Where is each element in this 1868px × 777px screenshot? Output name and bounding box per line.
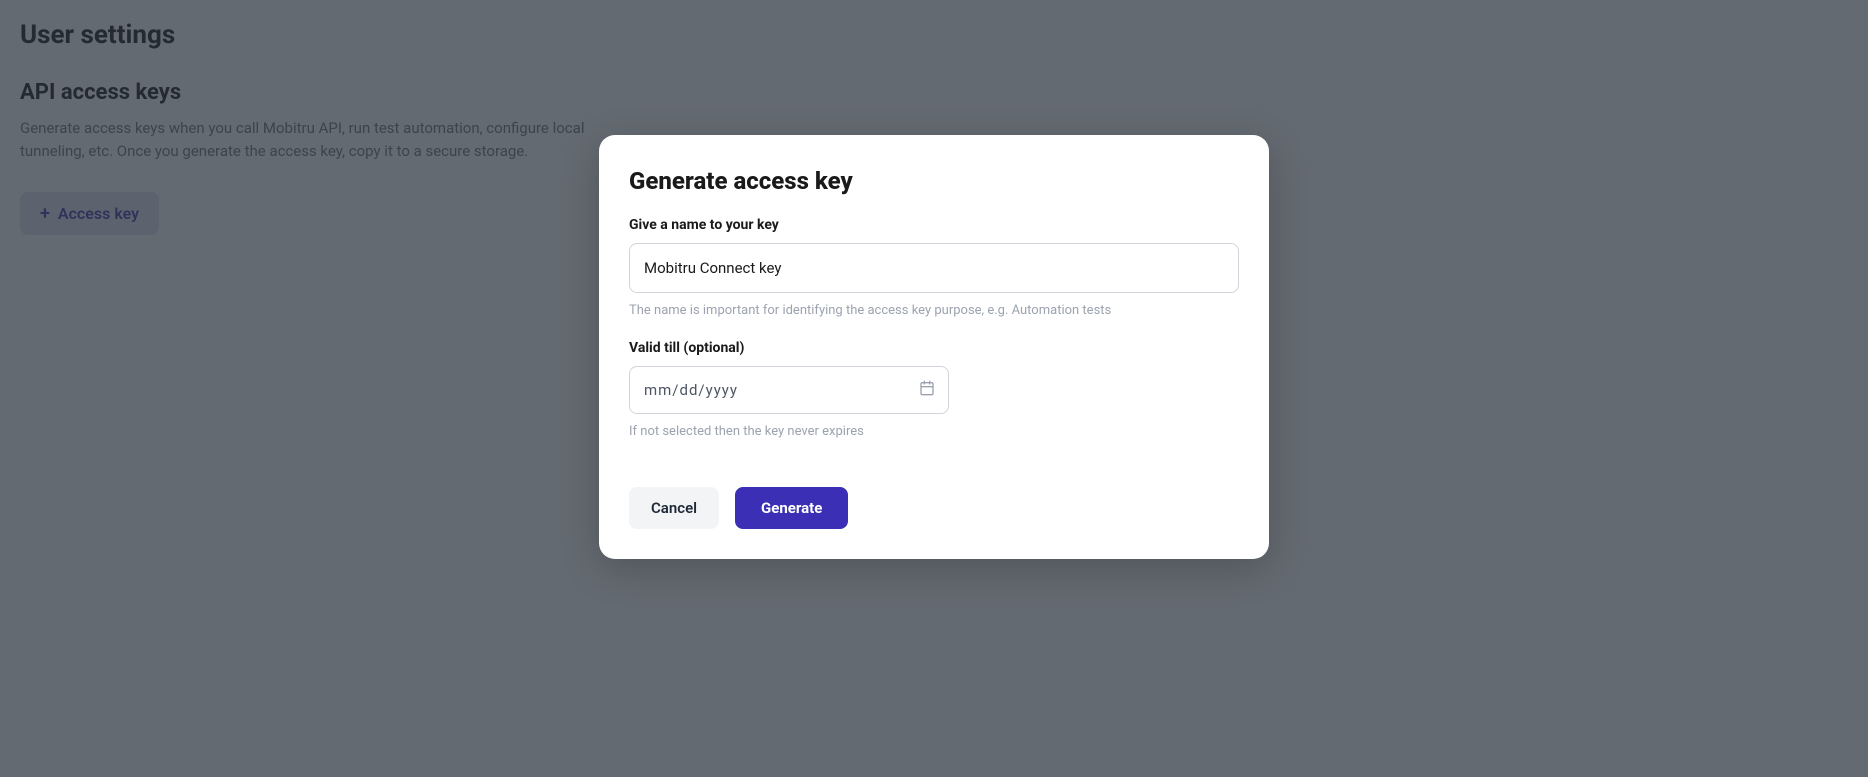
dialog-title: Generate access key (629, 167, 1239, 195)
name-form-group: Give a name to your key The name is impo… (629, 217, 1239, 318)
valid-till-form-group: Valid till (optional) If not selected th… (629, 340, 1239, 439)
valid-till-input[interactable] (629, 366, 949, 414)
generate-access-key-dialog: Generate access key Give a name to your … (599, 135, 1269, 559)
modal-overlay[interactable]: Generate access key Give a name to your … (0, 0, 1868, 777)
generate-button[interactable]: Generate (735, 487, 848, 529)
dialog-actions: Cancel Generate (629, 487, 1239, 529)
name-field-helper: The name is important for identifying th… (629, 303, 1239, 318)
valid-till-label: Valid till (optional) (629, 340, 1239, 356)
cancel-button[interactable]: Cancel (629, 487, 719, 529)
key-name-input[interactable] (629, 243, 1239, 293)
name-field-label: Give a name to your key (629, 217, 1239, 233)
valid-till-helper: If not selected then the key never expir… (629, 424, 1239, 439)
date-input-wrapper (629, 366, 949, 414)
